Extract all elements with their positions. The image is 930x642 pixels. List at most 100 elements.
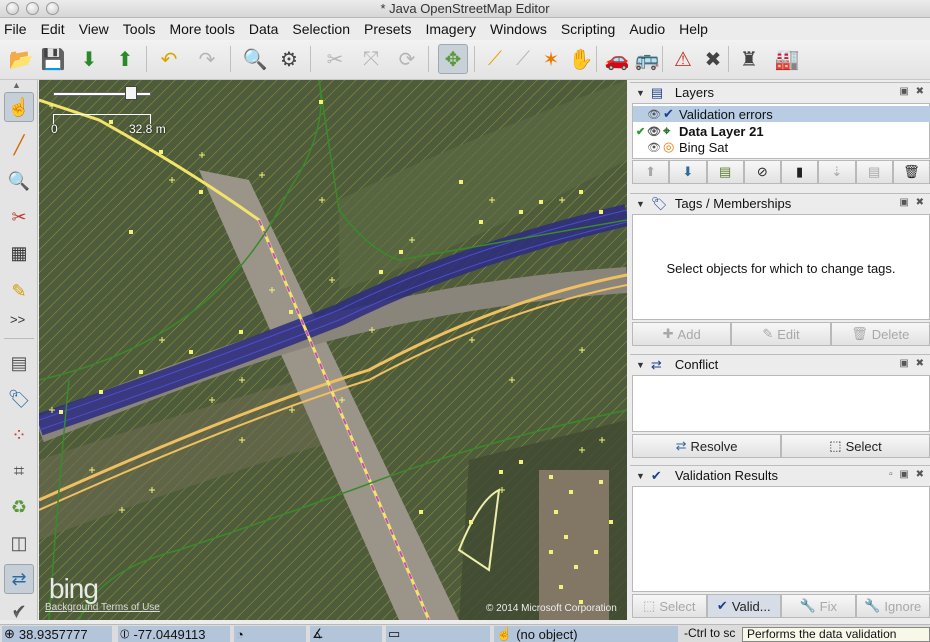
parallel-way-icon[interactable]: ⟋ [480,44,510,74]
layer-row-data[interactable]: ✔ 👁 ⌖ Data Layer 21 [633,123,930,139]
add-tag-button[interactable]: ✚ Add [632,322,732,346]
move-up-icon[interactable]: ⬆ [632,160,670,184]
undo-icon[interactable]: ↶ [154,44,184,74]
open-location-icon[interactable]: 💾 [38,44,68,74]
layers-toggle-icon[interactable]: ▤ [4,348,34,378]
layer-row-imagery[interactable]: 👁 ◎ Bing Sat [633,139,930,155]
castle-icon[interactable]: ♜ [734,44,764,74]
toggle-visibility-icon[interactable]: ⊘ [743,160,781,184]
menu-edit[interactable]: Edit [41,21,65,37]
map-canvas [39,80,627,620]
background-terms-link[interactable]: Background Terms of Use [45,602,160,613]
collapse-triangle-icon[interactable]: ▼ [636,471,645,481]
validation-select-button[interactable]: ⬚ Select [632,594,707,618]
close-window-button[interactable] [6,2,19,15]
improve-way-icon[interactable]: ✶ [536,44,566,74]
delete-layer-icon[interactable]: 🗑 [892,160,930,184]
conflict-panel-header[interactable]: ▼ ⇄ Conflict ▣ ✖ [630,354,930,374]
bus-icon[interactable]: 🚌 [632,44,662,74]
edit-tag-button[interactable]: ✎ Edit [731,322,831,346]
layers-panel-header[interactable]: ▼ ▤ Layers ▣ ✖ [630,82,930,102]
tags-panel-header[interactable]: ▼ 🏷 Tags / Memberships ▣ ✖ [630,193,930,213]
scroll-down-icon[interactable]: ▼ [12,610,21,620]
pan-hand-icon[interactable]: ✋ [566,44,596,74]
collapse-triangle-icon[interactable]: ▼ [636,199,645,209]
panel-controls-icon[interactable]: ▫ ▣ ✖ [889,469,926,480]
tags-list[interactable]: Select objects for which to change tags. [632,214,930,320]
layer-row-validation[interactable]: 👁 ✔ Validation errors [633,106,930,122]
zoom-fit-icon[interactable]: ✥ [438,44,468,74]
menu-data[interactable]: Data [249,21,279,37]
draw-tool-icon[interactable]: ╱ [4,130,34,160]
split-way-icon[interactable]: ✂ [320,44,350,74]
selection-list-icon[interactable]: ♻ [4,492,34,522]
visibility-eye-icon[interactable]: 👁 [647,141,663,154]
menu-selection[interactable]: Selection [292,21,350,37]
panel-controls-icon[interactable]: ▣ ✖ [899,358,926,369]
conflict-select-button[interactable]: ⬚ Select [781,434,930,458]
validation-panel-header[interactable]: ▼ ✔ Validation Results ▫ ▣ ✖ [630,465,930,485]
duplicate-layer-icon[interactable]: ▤ [855,160,893,184]
pencil-tool-icon[interactable]: ✎ [4,276,34,306]
activate-layer-icon[interactable]: ▤ [706,160,744,184]
opacity-icon[interactable]: ▮ [781,160,819,184]
conflict-toggle-icon[interactable]: ⇄ [4,564,34,594]
refresh-icon[interactable]: ⟳ [392,44,422,74]
menu-presets[interactable]: Presets [364,21,411,37]
move-down-icon[interactable]: ⬇ [669,160,707,184]
menu-imagery[interactable]: Imagery [425,21,476,37]
visibility-eye-icon[interactable]: 👁 [647,125,663,138]
scroll-up-icon[interactable]: ▲ [12,80,21,90]
menu-file[interactable]: File [4,21,27,37]
left-toolbar: ▲ ☝ ╱ 🔍 ✂ ▦ ✎ >> ▤ 🏷 ⁘ ⌗ ♻ ◫ ⇄ ✔ ▼ [0,80,38,621]
menu-scripting[interactable]: Scripting [561,21,615,37]
collapse-triangle-icon[interactable]: ▼ [636,360,645,370]
upload-icon[interactable]: ⬆ [110,44,140,74]
menu-view[interactable]: View [79,21,109,37]
history-toggle-icon[interactable]: ⌗ [4,456,34,486]
download-icon[interactable]: ⬇ [74,44,104,74]
layer-label: Validation errors [679,106,773,122]
car-icon[interactable]: 🚗 [602,44,632,74]
menu-more-tools[interactable]: More tools [169,21,234,37]
map-view[interactable]: 0 32.8 m bing Background Terms of Use © … [39,80,627,620]
zoom-slider-handle[interactable] [125,86,137,100]
relation-toggle-icon[interactable]: ⁘ [4,420,34,450]
validate-tooltip: Performs the data validation [742,627,930,642]
select-tool-icon[interactable]: ☝ [4,92,34,122]
user-list-icon[interactable]: ◫ [4,528,34,558]
delete-tag-button[interactable]: 🗑 Delete [830,322,930,346]
menu-tools[interactable]: Tools [123,21,156,37]
delete-tool-icon[interactable]: ✂ [4,202,34,232]
panel-controls-icon[interactable]: ▣ ✖ [899,197,926,208]
conflict-list[interactable] [632,375,930,432]
menu-windows[interactable]: Windows [490,21,547,37]
preferences-icon[interactable]: ⚙ [274,44,304,74]
visibility-eye-icon[interactable]: 👁 [647,108,663,121]
building-tool-icon[interactable]: ▦ [4,238,34,268]
panel-controls-icon[interactable]: ▣ ✖ [899,86,926,97]
search-icon[interactable]: 🔍 [240,44,270,74]
ignore-button[interactable]: 🔧 Ignore [855,594,930,618]
factory-icon[interactable]: 🏭 [772,44,802,74]
tag-toggle-icon[interactable]: 🏷 [4,384,34,414]
validate-button[interactable]: ✔ Valid... [706,594,781,618]
menu-help[interactable]: Help [679,21,708,37]
merge-layer-icon[interactable]: ⇣ [818,160,856,184]
validation-list[interactable] [632,486,930,592]
more-tools-icon[interactable]: >> [10,312,25,327]
zoom-tool-icon[interactable]: 🔍 [4,166,34,196]
warning-icon[interactable]: ⚠ [668,44,698,74]
combine-way-icon[interactable]: ⤧ [356,44,386,74]
resolve-button[interactable]: ⇄ Resolve [632,434,781,458]
redo-icon[interactable]: ↷ [192,44,222,74]
zoom-window-button[interactable] [46,2,59,15]
fix-button[interactable]: 🔧 Fix [781,594,856,618]
menu-audio[interactable]: Audio [629,21,665,37]
extrude-icon[interactable]: ⟋ [508,44,538,74]
validation-title: Validation Results [674,468,779,483]
minimize-window-button[interactable] [26,2,39,15]
tools-cross-icon[interactable]: ✖ [698,44,728,74]
open-file-icon[interactable]: 📂 [6,44,36,74]
collapse-triangle-icon[interactable]: ▼ [636,88,645,98]
